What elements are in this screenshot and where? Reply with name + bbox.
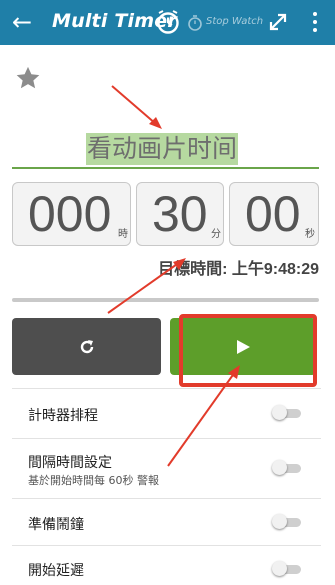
minutes-display[interactable]: 30 分 <box>136 182 224 246</box>
setting-label: 開始延遲 <box>28 563 84 579</box>
clock-icon[interactable] <box>155 9 181 35</box>
reset-button[interactable] <box>12 318 161 375</box>
setting-label: 準備鬧鐘 <box>28 517 84 533</box>
setting-label: 計時器排程 <box>28 408 98 424</box>
setting-label: 間隔時間設定 <box>28 455 112 471</box>
hours-value: 000 <box>28 186 112 242</box>
hours-unit: 時 <box>118 229 128 240</box>
setting-timer-schedule[interactable]: 計時器排程 <box>0 388 335 438</box>
more-options-icon[interactable] <box>307 10 323 34</box>
prepare-alarm-toggle[interactable] <box>272 514 302 529</box>
star-icon[interactable] <box>14 64 42 92</box>
setting-interval-time[interactable]: 間隔時間設定 基於開始時間每 60秒 警報 <box>0 439 335 498</box>
arrow-left-icon: ← <box>11 8 33 36</box>
stopwatch-label[interactable]: Stop Watch <box>206 16 263 27</box>
expand-icon[interactable] <box>267 11 289 33</box>
timer-name-field[interactable]: 看动画片时间 <box>86 133 239 165</box>
annotation-highlight-box <box>179 314 317 387</box>
setting-prepare-alarm[interactable]: 準備鬧鐘 <box>0 499 335 545</box>
start-delay-toggle[interactable] <box>272 561 302 576</box>
minutes-value: 30 <box>152 186 208 242</box>
annotation-arrow <box>149 117 162 129</box>
minutes-unit: 分 <box>211 229 221 240</box>
app-bar: ← Multi Timer Stop Watch <box>0 0 335 45</box>
seconds-unit: 秒 <box>305 229 315 240</box>
progress-bar <box>12 298 319 302</box>
timer-schedule-toggle[interactable] <box>272 405 302 420</box>
target-time: 目標時間: 上午9:48:29 <box>158 261 319 278</box>
setting-start-delay[interactable]: 開始延遲 <box>0 546 335 585</box>
refresh-icon <box>80 339 93 353</box>
seconds-display[interactable]: 00 秒 <box>229 182 319 246</box>
interval-time-toggle[interactable] <box>272 460 302 475</box>
setting-sub: 基於開始時間每 60秒 警報 <box>28 474 159 487</box>
timer-name-underline <box>12 167 319 169</box>
seconds-value: 00 <box>245 186 301 242</box>
annotation-arrow <box>111 85 157 125</box>
hours-display[interactable]: 000 時 <box>12 182 131 246</box>
stopwatch-icon[interactable] <box>187 14 203 32</box>
back-button[interactable]: ← <box>8 8 36 36</box>
